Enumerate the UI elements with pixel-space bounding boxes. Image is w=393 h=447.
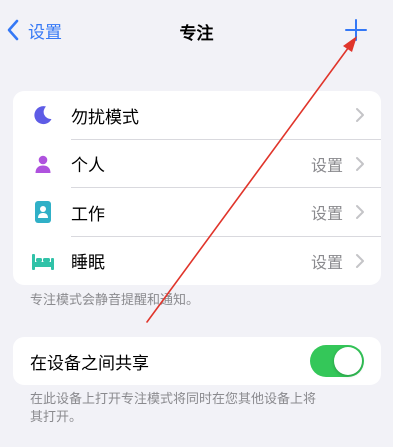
plus-icon — [345, 19, 367, 41]
share-footnote-line: 其打开。 — [30, 410, 83, 425]
focus-mode-personal[interactable]: 个人 设置 — [13, 140, 381, 188]
share-group: 在设备之间共享 — [13, 337, 381, 385]
focus-modes-list: 勿扰模式 个人 设置 工作 设置 睡眠 设置 — [13, 91, 381, 285]
focus-mode-do-not-disturb[interactable]: 勿扰模式 — [13, 91, 381, 140]
person-icon — [31, 152, 55, 176]
focus-footnote: 专注模式会静音提醒和通知。 — [30, 293, 200, 308]
toggle-knob — [334, 347, 362, 375]
focus-mode-label: 睡眠 — [71, 253, 105, 274]
share-across-devices-label: 在设备之间共享 — [30, 353, 149, 374]
navigation-bar: 设置 专注 — [0, 0, 393, 60]
focus-mode-label: 勿扰模式 — [71, 107, 139, 128]
moon-icon — [31, 103, 55, 127]
focus-mode-work[interactable]: 工作 设置 — [13, 188, 381, 237]
chevron-right-icon — [356, 156, 364, 171]
share-across-devices-row: 在设备之间共享 — [13, 337, 381, 385]
focus-mode-label: 工作 — [71, 204, 105, 225]
share-footnote-line: 在此设备上打开专注模式将同时在您其他设备上将 — [30, 392, 317, 407]
page-title: 专注 — [179, 24, 214, 44]
chevron-right-icon — [356, 253, 364, 268]
add-focus-button[interactable] — [344, 18, 368, 42]
focus-mode-sleep[interactable]: 睡眠 设置 — [13, 237, 381, 286]
chevron-right-icon — [356, 108, 364, 122]
bed-icon — [31, 249, 55, 273]
chevron-right-icon — [356, 205, 364, 219]
badge-icon — [31, 200, 55, 224]
focus-mode-value: 设置 — [310, 155, 343, 175]
focus-mode-value: 设置 — [310, 204, 343, 224]
focus-mode-label: 个人 — [71, 156, 105, 177]
share-footnote: 在此设备上打开专注模式将同时在您其他设备上将 其打开。 — [30, 391, 316, 427]
share-across-devices-toggle[interactable] — [310, 345, 364, 377]
focus-mode-value: 设置 — [310, 252, 343, 272]
